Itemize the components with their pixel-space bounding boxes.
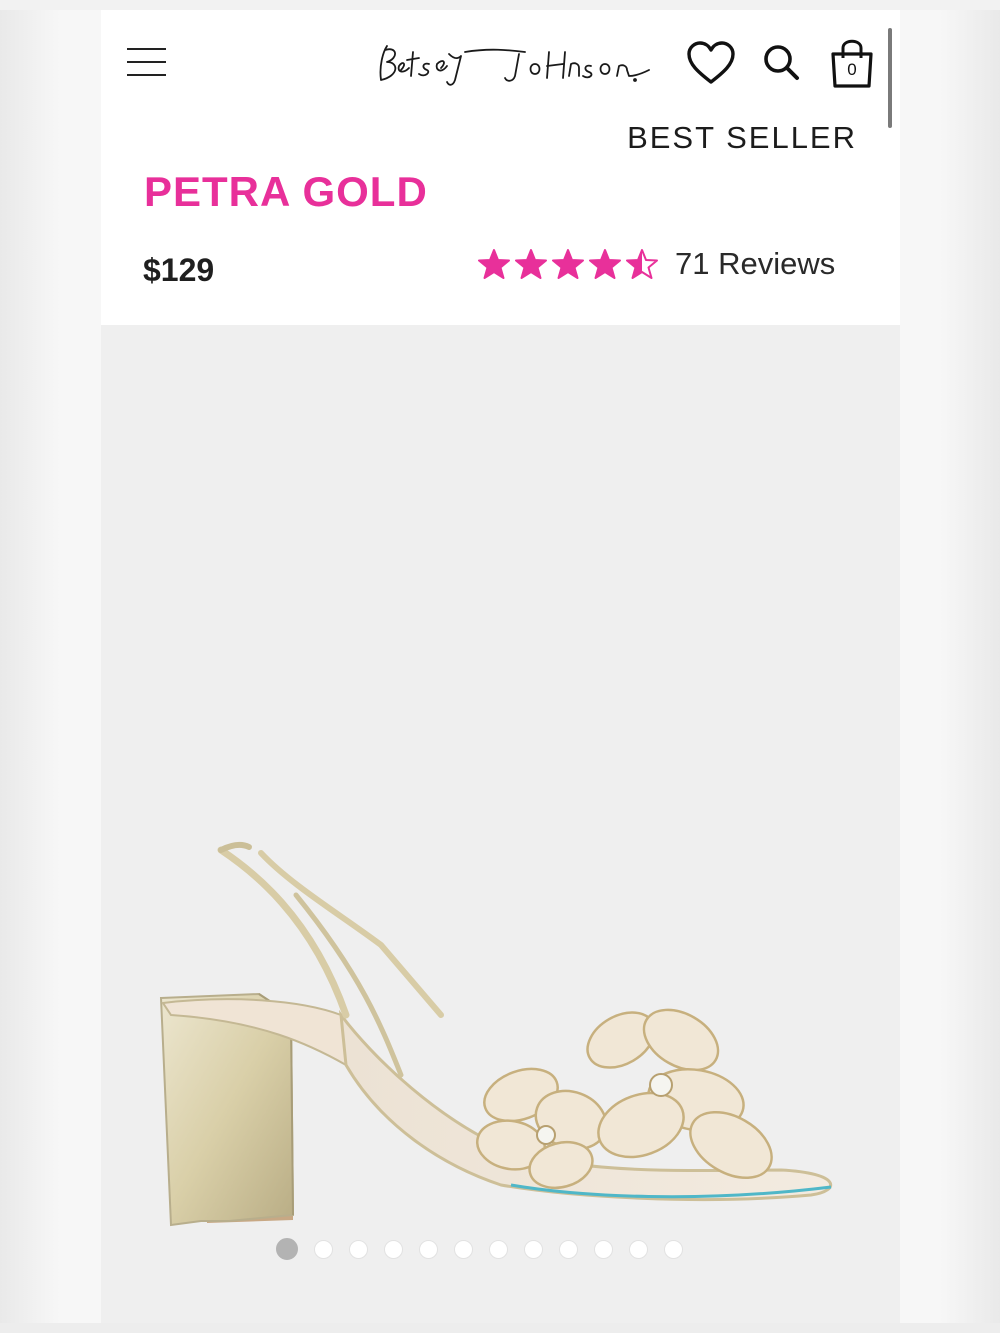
- star-icon: [515, 249, 547, 279]
- gallery-dot[interactable]: [629, 1239, 648, 1259]
- star-rating: [477, 248, 659, 280]
- product-image-gallery[interactable]: [101, 325, 900, 1333]
- search-icon[interactable]: [761, 42, 801, 82]
- reviews-link[interactable]: 71 Reviews: [675, 246, 835, 282]
- brand-logo[interactable]: [369, 36, 655, 96]
- product-header: 0 BEST SELLER PETRA GOLD $129 71 Reviews: [101, 10, 900, 325]
- gallery-dot[interactable]: [664, 1239, 683, 1259]
- gallery-dot[interactable]: [419, 1239, 438, 1259]
- product-image-shoe: [159, 841, 832, 1227]
- heart-icon[interactable]: [686, 40, 736, 86]
- product-page: 0 BEST SELLER PETRA GOLD $129 71 Reviews: [101, 10, 900, 1333]
- product-title: PETRA GOLD: [144, 168, 428, 215]
- menu-icon[interactable]: [127, 44, 167, 80]
- shopping-bag-button[interactable]: 0: [829, 36, 875, 90]
- gallery-dot[interactable]: [559, 1239, 578, 1259]
- gallery-dot[interactable]: [489, 1239, 508, 1259]
- star-icon: [552, 249, 584, 279]
- bottom-background-strip: [0, 1323, 1000, 1333]
- star-icon: [626, 249, 658, 279]
- rating-summary[interactable]: 71 Reviews: [477, 246, 835, 282]
- star-icon: [589, 249, 621, 279]
- gallery-pagination: [276, 1238, 683, 1260]
- product-price: $129: [143, 252, 215, 288]
- cart-count: 0: [847, 60, 857, 79]
- top-background-strip: [0, 0, 1000, 10]
- gallery-dot[interactable]: [454, 1239, 473, 1259]
- gallery-dot[interactable]: [594, 1239, 613, 1259]
- gallery-dot[interactable]: [276, 1238, 298, 1260]
- scrollbar[interactable]: [888, 28, 892, 128]
- star-icon: [478, 249, 510, 279]
- best-seller-badge: BEST SELLER: [627, 120, 857, 155]
- gallery-dot[interactable]: [524, 1239, 543, 1259]
- gallery-dot[interactable]: [314, 1239, 333, 1259]
- gallery-dot[interactable]: [384, 1239, 403, 1259]
- gallery-dot[interactable]: [349, 1239, 368, 1259]
